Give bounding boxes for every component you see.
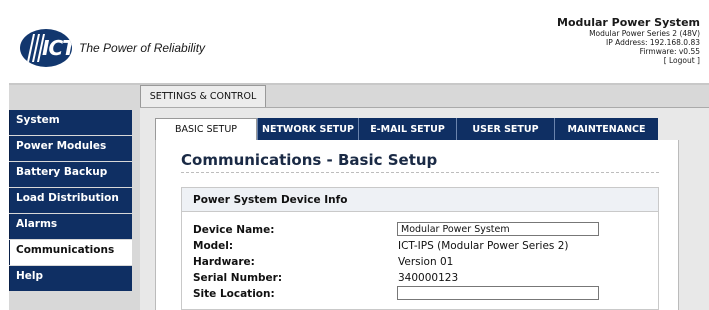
model-value: ICT-IPS (Modular Power Series 2) [398, 240, 569, 252]
sidebar-nav: System Power Modules Battery Backup Load… [9, 110, 132, 292]
subtab-bar: BASIC SETUP NETWORK SETUP E-MAIL SETUP U… [155, 118, 658, 140]
subtab-maintenance[interactable]: MAINTENANCE [554, 118, 658, 140]
device-info-section: Power System Device Info Device Name: Mo… [181, 187, 659, 310]
logo-text: ICT [42, 36, 72, 60]
sidebar-item-system[interactable]: System [9, 110, 132, 135]
site-location-input[interactable] [397, 286, 599, 300]
sidebar-item-alarms[interactable]: Alarms [9, 214, 132, 239]
sidebar-item-communications[interactable]: Communications [9, 240, 132, 265]
page-title: Communications - Basic Setup [181, 151, 438, 169]
sidebar-item-battery-backup[interactable]: Battery Backup [9, 162, 132, 187]
subtab-basic-setup[interactable]: BASIC SETUP [155, 118, 257, 140]
system-title: Modular Power System [557, 16, 700, 29]
site-location-label: Site Location: [193, 288, 275, 300]
hardware-value: Version 01 [398, 256, 454, 268]
tab-settings-control[interactable]: SETTINGS & CONTROL [140, 85, 266, 108]
subtab-user-setup[interactable]: USER SETUP [456, 118, 554, 140]
sidebar-item-power-modules[interactable]: Power Modules [9, 136, 132, 161]
subtab-network-setup[interactable]: NETWORK SETUP [257, 118, 358, 140]
ict-logo: ICT [20, 29, 72, 67]
logout-link[interactable]: [ Logout ] [664, 56, 700, 65]
title-divider [181, 172, 659, 173]
subtab-email-setup[interactable]: E-MAIL SETUP [358, 118, 456, 140]
serial-number-value: 340000123 [398, 272, 459, 284]
serial-number-label: Serial Number: [193, 272, 283, 284]
hardware-label: Hardware: [193, 256, 255, 268]
device-name-label: Device Name: [193, 224, 275, 236]
firmware-version: Firmware: v0.55 [639, 47, 700, 56]
section-title: Power System Device Info [182, 188, 658, 212]
device-name-input[interactable] [397, 222, 599, 236]
sidebar-item-load-distribution[interactable]: Load Distribution [9, 188, 132, 213]
sidebar-item-help[interactable]: Help [9, 266, 132, 291]
model-label: Model: [193, 240, 234, 252]
page-header: ICT The Power of Reliability Modular Pow… [9, 8, 709, 83]
ip-address: IP Address: 192.168.0.83 [606, 38, 700, 47]
tagline: The Power of Reliability [79, 41, 206, 55]
system-series: Modular Power Series 2 (48V) [589, 29, 700, 38]
